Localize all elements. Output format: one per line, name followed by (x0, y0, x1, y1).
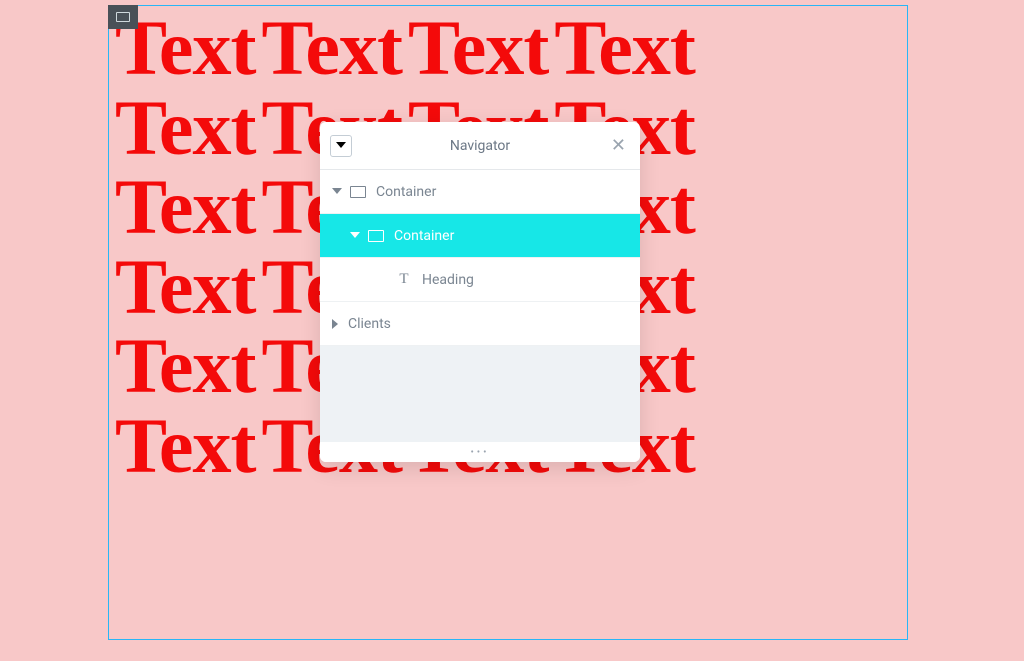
navigator-title: Navigator (320, 138, 640, 154)
placeholder-word: Text (115, 243, 255, 330)
placeholder-word: Text (261, 5, 401, 91)
navigator-empty-area (320, 346, 640, 442)
navigator-header: Navigator ✕ (320, 122, 640, 170)
placeholder-word: Text (115, 402, 255, 489)
chevron-down-icon (350, 232, 360, 240)
tree-item-label: Container (394, 228, 454, 244)
text-icon: T (396, 271, 412, 288)
container-icon (116, 12, 130, 22)
tree-item-label: Container (376, 184, 436, 200)
navigator-panel[interactable]: Navigator ✕ Container Container T Headin… (320, 122, 640, 462)
placeholder-word: Text (115, 163, 255, 250)
navigator-tree: Container Container T Heading Clients (320, 170, 640, 346)
tree-item-container[interactable]: Container (320, 170, 640, 214)
chevron-right-icon (332, 319, 340, 329)
navigator-collapse-button[interactable] (330, 135, 352, 157)
placeholder-word: Text (554, 5, 694, 91)
tree-item-clients[interactable]: Clients (320, 302, 640, 346)
close-icon[interactable]: ✕ (607, 133, 630, 159)
container-icon (368, 230, 384, 242)
tree-item-label: Heading (422, 272, 474, 288)
tree-item-container-selected[interactable]: Container (320, 214, 640, 258)
tree-item-label: Clients (348, 316, 391, 332)
navigator-resize-handle[interactable]: ••• (320, 442, 640, 462)
placeholder-word: Text (115, 84, 255, 171)
tree-item-heading[interactable]: T Heading (320, 258, 640, 302)
tree-indent-spacer (380, 276, 388, 284)
chevron-down-icon (332, 188, 342, 196)
placeholder-word: Text (408, 5, 548, 91)
placeholder-text-row: TextTextTextText (115, 8, 901, 88)
selection-handle[interactable] (108, 5, 138, 29)
placeholder-word: Text (115, 322, 255, 409)
chevron-down-icon (336, 142, 346, 150)
container-icon (350, 186, 366, 198)
